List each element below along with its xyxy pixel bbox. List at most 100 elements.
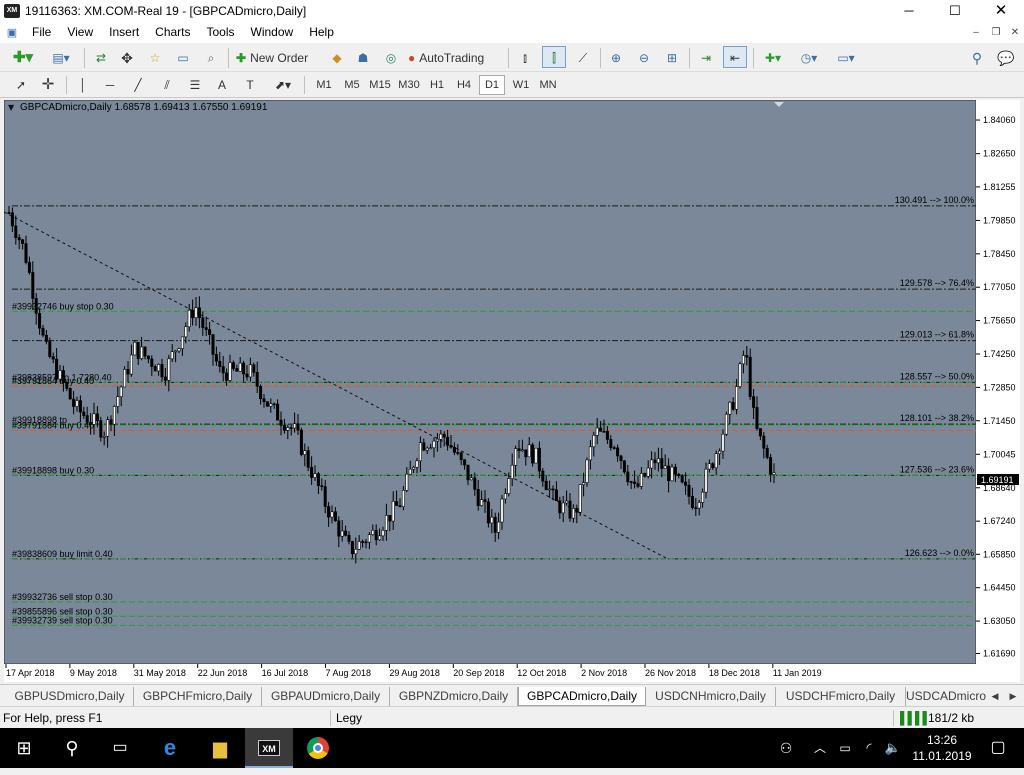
- price-chart[interactable]: 130.491 --> 100.0% 129.578 --> 76.4% 129.0…: [4, 100, 1020, 682]
- mdi-minimize-button[interactable]: –: [966, 22, 986, 43]
- tab-scroll-right-icon[interactable]: ▶: [1004, 687, 1022, 706]
- tile-windows-icon[interactable]: ⊞: [661, 47, 683, 69]
- chart-shift-icon[interactable]: ⇤: [723, 46, 747, 68]
- candle-bear: [554, 489, 558, 501]
- timeframe-m1[interactable]: M1: [311, 75, 337, 95]
- chat-icon[interactable]: 💬: [994, 47, 1018, 69]
- indicators-icon[interactable]: ✚▾: [758, 47, 788, 69]
- collapse-icon[interactable]: ▼: [8, 103, 15, 112]
- candle-bear: [537, 447, 541, 472]
- horizontal-line-icon[interactable]: ─: [100, 74, 120, 96]
- periods-icon[interactable]: ◷▾: [794, 47, 824, 69]
- close-button[interactable]: ✕: [978, 0, 1024, 22]
- timeframe-d1[interactable]: D1: [479, 75, 505, 95]
- strategy-tester-icon[interactable]: ⌕: [200, 47, 222, 69]
- candle-bull: [527, 444, 531, 458]
- profiles-icon[interactable]: ▤▾: [46, 47, 76, 69]
- chart-tab[interactable]: USDCHFmicro,Daily: [776, 687, 906, 706]
- text-icon[interactable]: A: [212, 74, 232, 96]
- candle-bear: [684, 481, 688, 486]
- candle-bear: [626, 471, 630, 482]
- timeframe-w1[interactable]: W1: [508, 75, 534, 95]
- minimize-button[interactable]: ─: [886, 0, 932, 22]
- data-window-icon[interactable]: ☆: [144, 47, 166, 69]
- new-order-button[interactable]: ✚ New Order: [236, 47, 322, 69]
- windows-start-icon[interactable]: ⊞: [0, 728, 48, 768]
- price-tick-label: 1.75650: [983, 316, 1016, 326]
- timeframe-h1[interactable]: H1: [424, 75, 450, 95]
- auto-scroll-icon[interactable]: ⇥: [695, 47, 717, 69]
- clock[interactable]: 13:26 11.01.2019: [910, 728, 974, 768]
- candlestick-chart-icon[interactable]: ⫿: [542, 46, 566, 68]
- file-explorer-icon[interactable]: ▆: [196, 728, 244, 768]
- chrome-icon[interactable]: [294, 728, 342, 768]
- network-icon[interactable]: ◜: [858, 728, 880, 768]
- candle-bear: [82, 411, 86, 416]
- search-icon[interactable]: ⚲: [966, 47, 988, 69]
- candle-bear: [38, 312, 42, 329]
- chart-tab[interactable]: GBPNZDmicro,Daily: [390, 687, 518, 706]
- candle-bull: [405, 473, 409, 491]
- chart-tab-active[interactable]: GBPCADmicro,Daily: [518, 687, 646, 706]
- order-line-label: #39932736 sell stop 0.30: [12, 592, 113, 602]
- search-taskbar-icon[interactable]: ⚲: [48, 728, 96, 768]
- candle-bear: [459, 452, 463, 461]
- chart-tab[interactable]: USDCNHmicro,Daily: [646, 687, 776, 706]
- crosshair-icon[interactable]: ✛: [38, 74, 58, 96]
- menu-charts[interactable]: Charts: [147, 22, 198, 43]
- menu-window[interactable]: Window: [243, 22, 302, 43]
- cursor-icon[interactable]: ➚: [12, 74, 30, 96]
- market-watch-icon[interactable]: ⇄: [90, 47, 112, 69]
- timeframe-h4[interactable]: H4: [451, 75, 477, 95]
- menu-view[interactable]: View: [59, 22, 101, 43]
- market-icon[interactable]: ◎: [380, 47, 402, 69]
- chart-tab[interactable]: GBPUSDmicro,Daily: [6, 687, 134, 706]
- notification-icon[interactable]: ▢: [978, 728, 1018, 768]
- menu-insert[interactable]: Insert: [101, 22, 147, 43]
- timeframe-mn[interactable]: MN: [535, 75, 561, 95]
- chart-tab[interactable]: GBPCHFmicro,Daily: [134, 687, 262, 706]
- candle-bull: [340, 530, 344, 537]
- maximize-button[interactable]: ☐: [932, 0, 978, 22]
- zoom-out-icon[interactable]: ⊖: [633, 47, 655, 69]
- show-hidden-icons[interactable]: ︿: [808, 728, 832, 768]
- timeframe-m30[interactable]: M30: [395, 75, 423, 95]
- bar-chart-icon[interactable]: ⫾: [514, 47, 536, 69]
- candle-bull: [592, 435, 596, 448]
- trendline-icon[interactable]: ╱: [128, 74, 148, 96]
- people-icon[interactable]: ⚇: [772, 728, 800, 768]
- task-view-icon[interactable]: ▭: [96, 728, 144, 768]
- text-label-icon[interactable]: T: [240, 74, 260, 96]
- menu-tools[interactable]: Tools: [199, 22, 243, 43]
- candle-bear: [575, 508, 579, 513]
- menu-help[interactable]: Help: [301, 22, 342, 43]
- chart-tab[interactable]: USDCADmicro: [906, 687, 986, 706]
- templates-icon[interactable]: ▭▾: [830, 47, 862, 69]
- volume-icon[interactable]: 🔈: [882, 728, 904, 768]
- fibonacci-icon[interactable]: ☰: [184, 74, 206, 96]
- metaeditor-icon[interactable]: ◆: [326, 47, 348, 69]
- candle-bull: [92, 413, 96, 425]
- vertical-line-icon[interactable]: │: [74, 74, 92, 96]
- mdi-restore-button[interactable]: ❐: [986, 22, 1006, 43]
- mdi-close-button[interactable]: ✕: [1005, 22, 1024, 43]
- candle-bear: [609, 439, 613, 448]
- arrows-icon[interactable]: ⬈▾: [268, 74, 298, 96]
- line-chart-icon[interactable]: ⟋: [572, 47, 594, 69]
- tab-scroll-left-icon[interactable]: ◀: [986, 687, 1004, 706]
- timeframe-m15[interactable]: M15: [366, 75, 394, 95]
- chart-tab[interactable]: GBPAUDmicro,Daily: [262, 687, 390, 706]
- new-chart-icon[interactable]: ✚▾: [8, 47, 38, 69]
- navigator-icon[interactable]: ✥: [116, 47, 138, 69]
- zoom-in-icon[interactable]: ⊕: [605, 47, 627, 69]
- menu-file[interactable]: File: [24, 22, 59, 43]
- timeframe-m5[interactable]: M5: [339, 75, 365, 95]
- document-icon[interactable]: ▣: [0, 26, 24, 39]
- terminal-icon[interactable]: ▭: [172, 47, 194, 69]
- autotrading-button[interactable]: ● AutoTrading: [408, 47, 502, 69]
- battery-icon[interactable]: ▭: [834, 728, 856, 768]
- edge-icon[interactable]: e: [146, 728, 194, 768]
- xm-terminal-taskbar-icon[interactable]: XM: [245, 728, 293, 768]
- signals-icon[interactable]: ☗: [352, 47, 374, 69]
- equidistant-channel-icon[interactable]: ⫽: [156, 74, 178, 96]
